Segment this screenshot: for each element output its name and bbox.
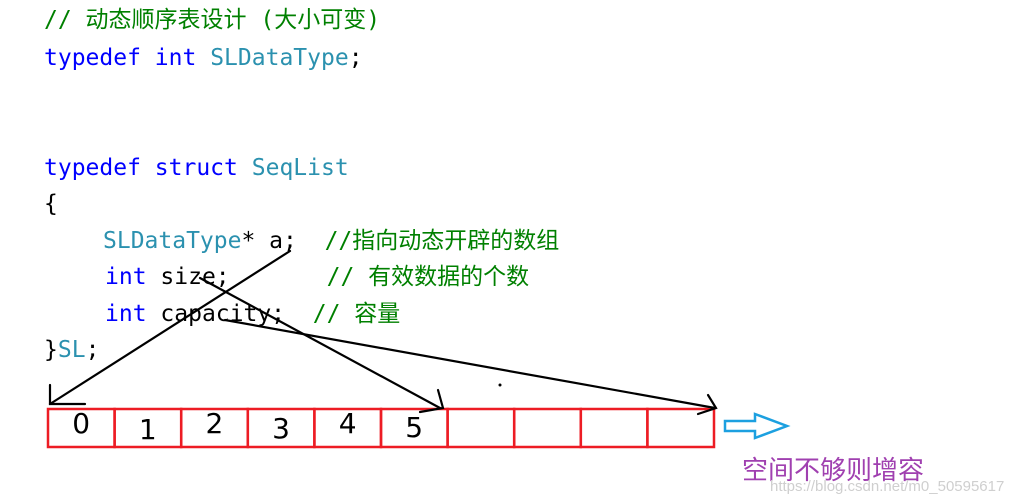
size-arrow bbox=[198, 276, 442, 410]
array-cell-value: 4 bbox=[338, 407, 357, 440]
array-cell-value: 1 bbox=[138, 413, 157, 446]
capacity-arrow bbox=[223, 318, 717, 410]
array-cell-value: 0 bbox=[72, 407, 91, 440]
array-cell bbox=[446, 407, 516, 449]
array-cell bbox=[579, 407, 649, 449]
watermark: https://blog.csdn.net/m0_50595617 bbox=[770, 478, 1005, 495]
array-cell bbox=[646, 407, 716, 449]
array-cell-value: 5 bbox=[405, 411, 424, 444]
array-cell-value: 2 bbox=[205, 407, 224, 440]
stray-dot bbox=[498, 383, 502, 387]
grow-arrow-icon bbox=[723, 412, 791, 440]
pointer-arrow-a bbox=[48, 249, 292, 406]
array-cell-value: 3 bbox=[272, 412, 290, 445]
array-cell bbox=[512, 407, 583, 449]
